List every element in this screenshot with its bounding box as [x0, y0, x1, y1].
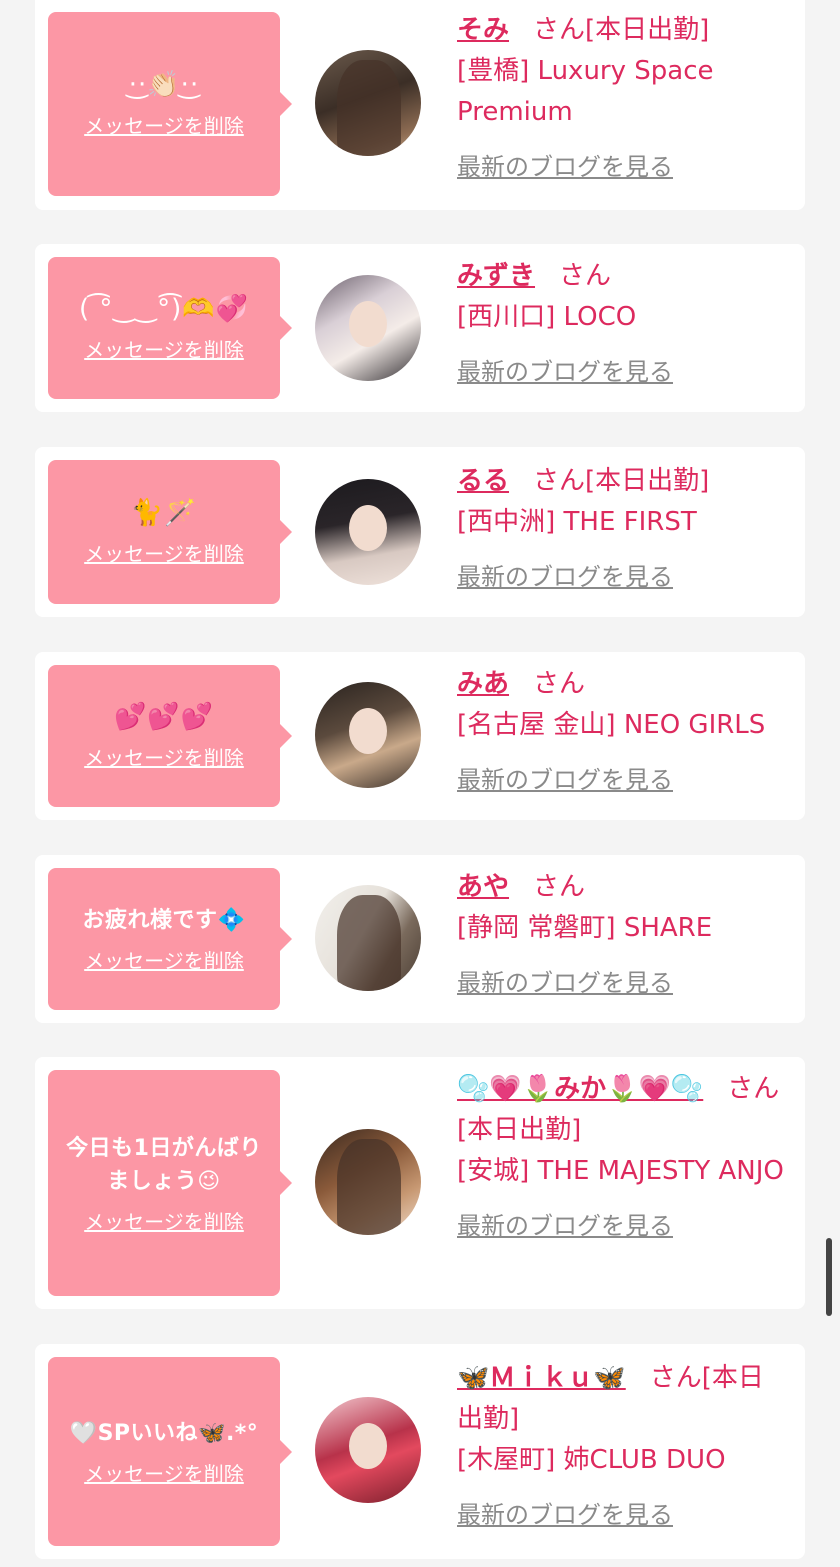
shop-name: [西中洲] THE FIRST: [457, 507, 697, 537]
scrollbar-thumb[interactable]: [826, 1238, 832, 1316]
message-card: お疲れ様です💠 メッセージを削除 あや さん [静岡 常磐町] SHARE 最新の…: [35, 855, 805, 1023]
honorific-status: さん: [533, 669, 586, 699]
profile-info: あや さん [静岡 常磐町] SHARE 最新のブログを見る: [457, 867, 787, 1004]
shop-name: [西川口] LOCO: [457, 302, 637, 332]
avatar[interactable]: [315, 50, 421, 156]
shop-name: [静岡 常磐町] SHARE: [457, 913, 713, 943]
girl-name-link[interactable]: みあ: [457, 669, 509, 699]
profile-info: 🦋Ｍｉｋｕ🦋 さん[本日出勤] [木屋町] 姉CLUB DUO 最新のブログを見る: [457, 1358, 787, 1536]
message-card: 🐈🪄 メッセージを削除 るる さん[本日出勤] [西中洲] THE FIRST 最…: [35, 447, 805, 617]
message-feed: ·͜·👏🏻·͜· メッセージを削除 そみ さん[本日出勤] [豊橋] Luxury…: [0, 0, 840, 1567]
avatar[interactable]: [315, 275, 421, 381]
avatar[interactable]: [315, 1129, 421, 1235]
delete-message-link[interactable]: メッセージを削除: [84, 334, 244, 363]
delete-message-link[interactable]: メッセージを削除: [84, 1206, 244, 1235]
latest-blog-link[interactable]: 最新のブログを見る: [457, 557, 787, 598]
avatar[interactable]: [315, 1397, 421, 1503]
honorific-status: さん[本日出勤]: [533, 15, 710, 45]
avatar[interactable]: [315, 885, 421, 991]
message-text: 🐈🪄: [130, 498, 198, 528]
delete-message-link[interactable]: メッセージを削除: [84, 1458, 244, 1487]
message-card: 💕💕💕 メッセージを削除 みあ さん [名古屋 金山] NEO GIRLS 最新の…: [35, 652, 805, 820]
girl-name-link[interactable]: みずき: [457, 261, 535, 291]
message-card: 🤍SPいいね🦋.*° メッセージを削除 🦋Ｍｉｋｕ🦋 さん[本日出勤] [木屋町]…: [35, 1344, 805, 1559]
honorific-status: さん: [559, 261, 612, 291]
profile-info: 🫧💗🌷みか🌷💗🫧 さん[本日出勤] [安城] THE MAJESTY ANJO 最…: [457, 1069, 787, 1247]
message-card: ( ͡°‿‿°͡)🫶💞 メッセージを削除 みずき さん [西川口] LOCO 最新…: [35, 244, 805, 412]
avatar[interactable]: [315, 682, 421, 788]
shop-name: [豊橋] Luxury Space Premium: [457, 56, 714, 127]
message-text: ( ͡°‿‿°͡)🫶💞: [78, 294, 250, 324]
girl-name-link[interactable]: あや: [457, 872, 509, 902]
message-bubble: 今日も1日がんばりましょう😉 メッセージを削除: [48, 1070, 280, 1296]
profile-info: みあ さん [名古屋 金山] NEO GIRLS 最新のブログを見る: [457, 664, 787, 801]
shop-name: [木屋町] 姉CLUB DUO: [457, 1445, 726, 1475]
latest-blog-link[interactable]: 最新のブログを見る: [457, 147, 787, 188]
message-text: 今日も1日がんばりましょう😉: [66, 1135, 262, 1194]
avatar[interactable]: [315, 479, 421, 585]
shop-name: [名古屋 金山] NEO GIRLS: [457, 710, 766, 740]
girl-name-link[interactable]: 🦋Ｍｉｋｕ🦋: [457, 1363, 626, 1393]
message-card: 今日も1日がんばりましょう😉 メッセージを削除 🫧💗🌷みか🌷💗🫧 さん[本日出勤]…: [35, 1057, 805, 1309]
profile-info: るる さん[本日出勤] [西中洲] THE FIRST 最新のブログを見る: [457, 461, 787, 598]
latest-blog-link[interactable]: 最新のブログを見る: [457, 963, 787, 1004]
profile-info: そみ さん[本日出勤] [豊橋] Luxury Space Premium 最新の…: [457, 10, 787, 188]
girl-name-link[interactable]: るる: [457, 466, 509, 496]
profile-info: みずき さん [西川口] LOCO 最新のブログを見る: [457, 256, 787, 393]
girl-name-link[interactable]: 🫧💗🌷みか🌷💗🫧: [457, 1074, 703, 1104]
message-bubble: 💕💕💕 メッセージを削除: [48, 665, 280, 807]
latest-blog-link[interactable]: 最新のブログを見る: [457, 760, 787, 801]
message-bubble: 🤍SPいいね🦋.*° メッセージを削除: [48, 1357, 280, 1546]
message-bubble: ·͜·👏🏻·͜· メッセージを削除: [48, 12, 280, 196]
delete-message-link[interactable]: メッセージを削除: [84, 110, 244, 139]
delete-message-link[interactable]: メッセージを削除: [84, 742, 244, 771]
delete-message-link[interactable]: メッセージを削除: [84, 945, 244, 974]
latest-blog-link[interactable]: 最新のブログを見る: [457, 352, 787, 393]
message-text: 💕💕💕: [113, 702, 215, 732]
honorific-status: さん: [533, 872, 586, 902]
shop-name: [安城] THE MAJESTY ANJO: [457, 1156, 784, 1186]
message-text: お疲れ様です💠: [82, 908, 246, 933]
latest-blog-link[interactable]: 最新のブログを見る: [457, 1206, 787, 1247]
message-bubble: ( ͡°‿‿°͡)🫶💞 メッセージを削除: [48, 257, 280, 399]
message-bubble: お疲れ様です💠 メッセージを削除: [48, 868, 280, 1010]
message-card: ·͜·👏🏻·͜· メッセージを削除 そみ さん[本日出勤] [豊橋] Luxury…: [35, 0, 805, 210]
message-bubble: 🐈🪄 メッセージを削除: [48, 460, 280, 604]
latest-blog-link[interactable]: 最新のブログを見る: [457, 1495, 787, 1536]
message-text: ·͜·👏🏻·͜·: [128, 70, 200, 100]
honorific-status: さん[本日出勤]: [533, 466, 710, 496]
message-text: 🤍SPいいね🦋.*°: [69, 1420, 259, 1446]
girl-name-link[interactable]: そみ: [457, 15, 509, 45]
delete-message-link[interactable]: メッセージを削除: [84, 538, 244, 567]
